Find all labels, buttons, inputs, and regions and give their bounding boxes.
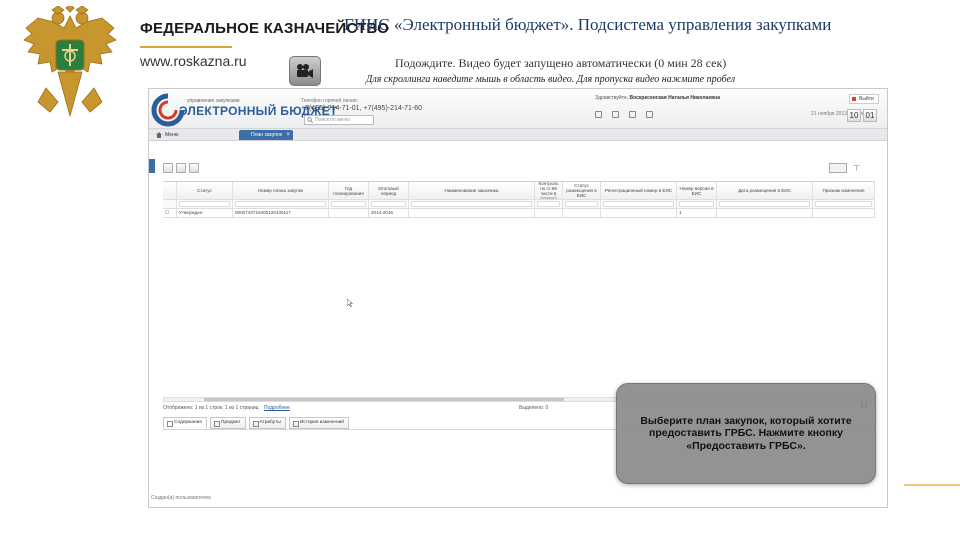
filter-cell[interactable] xyxy=(813,200,875,208)
video-hint-text: Для скроллинга наведите мышь в область в… xyxy=(366,74,736,85)
decorative-line xyxy=(904,484,960,486)
grid-toolbar xyxy=(163,163,199,173)
table-cell xyxy=(535,209,563,217)
grid-header[interactable]: Дата размещения в ЕИС xyxy=(717,182,813,199)
table-cell: 0000743718400120130117 xyxy=(233,209,329,217)
pager-text: Отображено: 1 из 1 строк. 1 из 1 страниц xyxy=(163,405,259,411)
header-tools xyxy=(595,111,653,118)
table-cell xyxy=(329,209,369,217)
menu-search-input[interactable]: Поиск по меню xyxy=(304,115,374,125)
org-site: www.roskazna.ru xyxy=(140,53,247,69)
filter-icon[interactable]: ⊤ xyxy=(853,164,860,173)
grid-header[interactable]: Признак изменения xyxy=(813,182,875,199)
search-icon xyxy=(307,117,313,123)
grid-header[interactable]: Номер версии в ЕИС xyxy=(677,182,717,199)
procurement-plans-grid: Статус Номер плана закупок Год планирова… xyxy=(163,181,875,218)
hotline-label: Телефон горячей линии: xyxy=(301,98,359,104)
export-dropdown[interactable] xyxy=(829,163,847,173)
exit-button[interactable]: Выйти xyxy=(849,94,879,104)
filter-cell[interactable] xyxy=(177,200,233,208)
instruction-callout: Выберите план закупок, который хотите пр… xyxy=(616,383,876,484)
clock: 10 01 xyxy=(847,109,877,122)
user-label: Здравствуйте, xyxy=(595,95,629,101)
view-icon[interactable] xyxy=(189,163,199,173)
table-cell xyxy=(409,209,535,217)
filter-cell[interactable] xyxy=(563,200,601,208)
filter-cell[interactable] xyxy=(677,200,717,208)
tab-menu[interactable]: Меню xyxy=(155,130,199,140)
grid-header[interactable]: Статус размещения в ЕИС xyxy=(563,182,601,199)
table-cell xyxy=(601,209,677,217)
hotline-phones: +7(495)-214-71-01, +7(495)-214-71-60 xyxy=(301,105,423,112)
tab-change-history[interactable]: История изменений xyxy=(288,417,349,429)
divider xyxy=(140,46,232,48)
tab-procurement-plan-label: План закупок xyxy=(251,132,282,138)
table-cell xyxy=(563,209,601,217)
help-icon[interactable] xyxy=(595,111,602,118)
slide-title: ГИИС «Электронный бюджет». Подсистема уп… xyxy=(344,15,832,34)
table-cell: 2014-2016 xyxy=(369,209,409,217)
filter-cell xyxy=(163,200,177,208)
home-icon xyxy=(156,132,162,138)
print-icon[interactable] xyxy=(646,111,653,118)
grid-header[interactable]: Регистрационный номер в ЕИС xyxy=(601,182,677,199)
status-bar: Создан(а) пользователем xyxy=(151,495,211,501)
detail-tabs: Содержание Предмет Атрибуты История изме… xyxy=(163,417,349,429)
grid-header[interactable]: Статус xyxy=(177,182,233,199)
pager-nav-icons[interactable]: ⟨ ⟩ xyxy=(861,402,867,409)
filter-cell[interactable] xyxy=(717,200,813,208)
filter-cell[interactable] xyxy=(535,200,563,208)
filter-cell[interactable] xyxy=(369,200,409,208)
filter-cell[interactable] xyxy=(409,200,535,208)
row-checkbox[interactable]: ☐ xyxy=(163,209,177,217)
grid-header[interactable]: Год планирования xyxy=(329,182,369,199)
grid-header[interactable]: Номер плана закупок xyxy=(233,182,329,199)
video-wait-text: Подождите. Видео будет запущено автомати… xyxy=(395,56,727,70)
table-cell xyxy=(717,209,813,217)
grid-filter-row xyxy=(163,200,875,209)
filter-cell[interactable] xyxy=(329,200,369,208)
grid-header[interactable]: Контроль по ст.99 части 5 (статус) xyxy=(535,182,563,199)
user-name[interactable]: Воскресенская Наталья Николаевна xyxy=(630,95,720,101)
edit-icon[interactable] xyxy=(176,163,186,173)
table-row[interactable]: ☐ Утвержден 0000743718400120130117 2014-… xyxy=(163,209,875,218)
grid-header[interactable]: Итоговый период xyxy=(369,182,409,199)
tab-subject[interactable]: Предмет xyxy=(210,417,246,429)
tab-procurement-plan[interactable]: План закупок × xyxy=(239,130,293,140)
grid-header-select[interactable] xyxy=(163,182,177,199)
create-icon[interactable] xyxy=(163,163,173,173)
grid-header[interactable]: Наименование заказчика xyxy=(409,182,535,199)
user-greeting: Здравствуйте, Воскресенская Наталья Нико… xyxy=(595,95,720,101)
filter-cell[interactable] xyxy=(601,200,677,208)
pager-details-link[interactable]: Подробнее xyxy=(264,405,290,411)
side-panel-toggle[interactable] xyxy=(149,159,155,173)
settings-icon[interactable] xyxy=(629,111,636,118)
messages-icon[interactable] xyxy=(612,111,619,118)
clock-hours: 10 xyxy=(847,109,861,122)
clock-minutes: 01 xyxy=(863,109,877,122)
grid-header-row: Статус Номер плана закупок Год планирова… xyxy=(163,182,875,200)
app-header: управление закупками ЭЛЕКТРОННЫЙ БЮДЖЕТ … xyxy=(149,89,887,129)
tab-menu-label: Меню xyxy=(165,132,179,138)
pager-selected: Выделено: 0 xyxy=(519,405,549,411)
tab-bar: Меню План закупок × xyxy=(149,129,887,141)
emblem-icon xyxy=(23,6,117,118)
video-camera-icon[interactable] xyxy=(289,56,321,86)
table-cell xyxy=(813,209,875,217)
filter-cell[interactable] xyxy=(233,200,329,208)
search-placeholder: Поиск по меню xyxy=(315,117,350,123)
table-cell: 1 xyxy=(677,209,717,217)
close-tab-icon[interactable]: × xyxy=(286,130,290,140)
mouse-cursor-icon xyxy=(347,299,353,307)
tab-contents[interactable]: Содержание xyxy=(163,417,208,429)
tab-attributes[interactable]: Атрибуты xyxy=(248,417,286,429)
instruction-text: Выберите план закупок, который хотите пр… xyxy=(640,414,852,452)
table-cell: Утвержден xyxy=(177,209,233,217)
